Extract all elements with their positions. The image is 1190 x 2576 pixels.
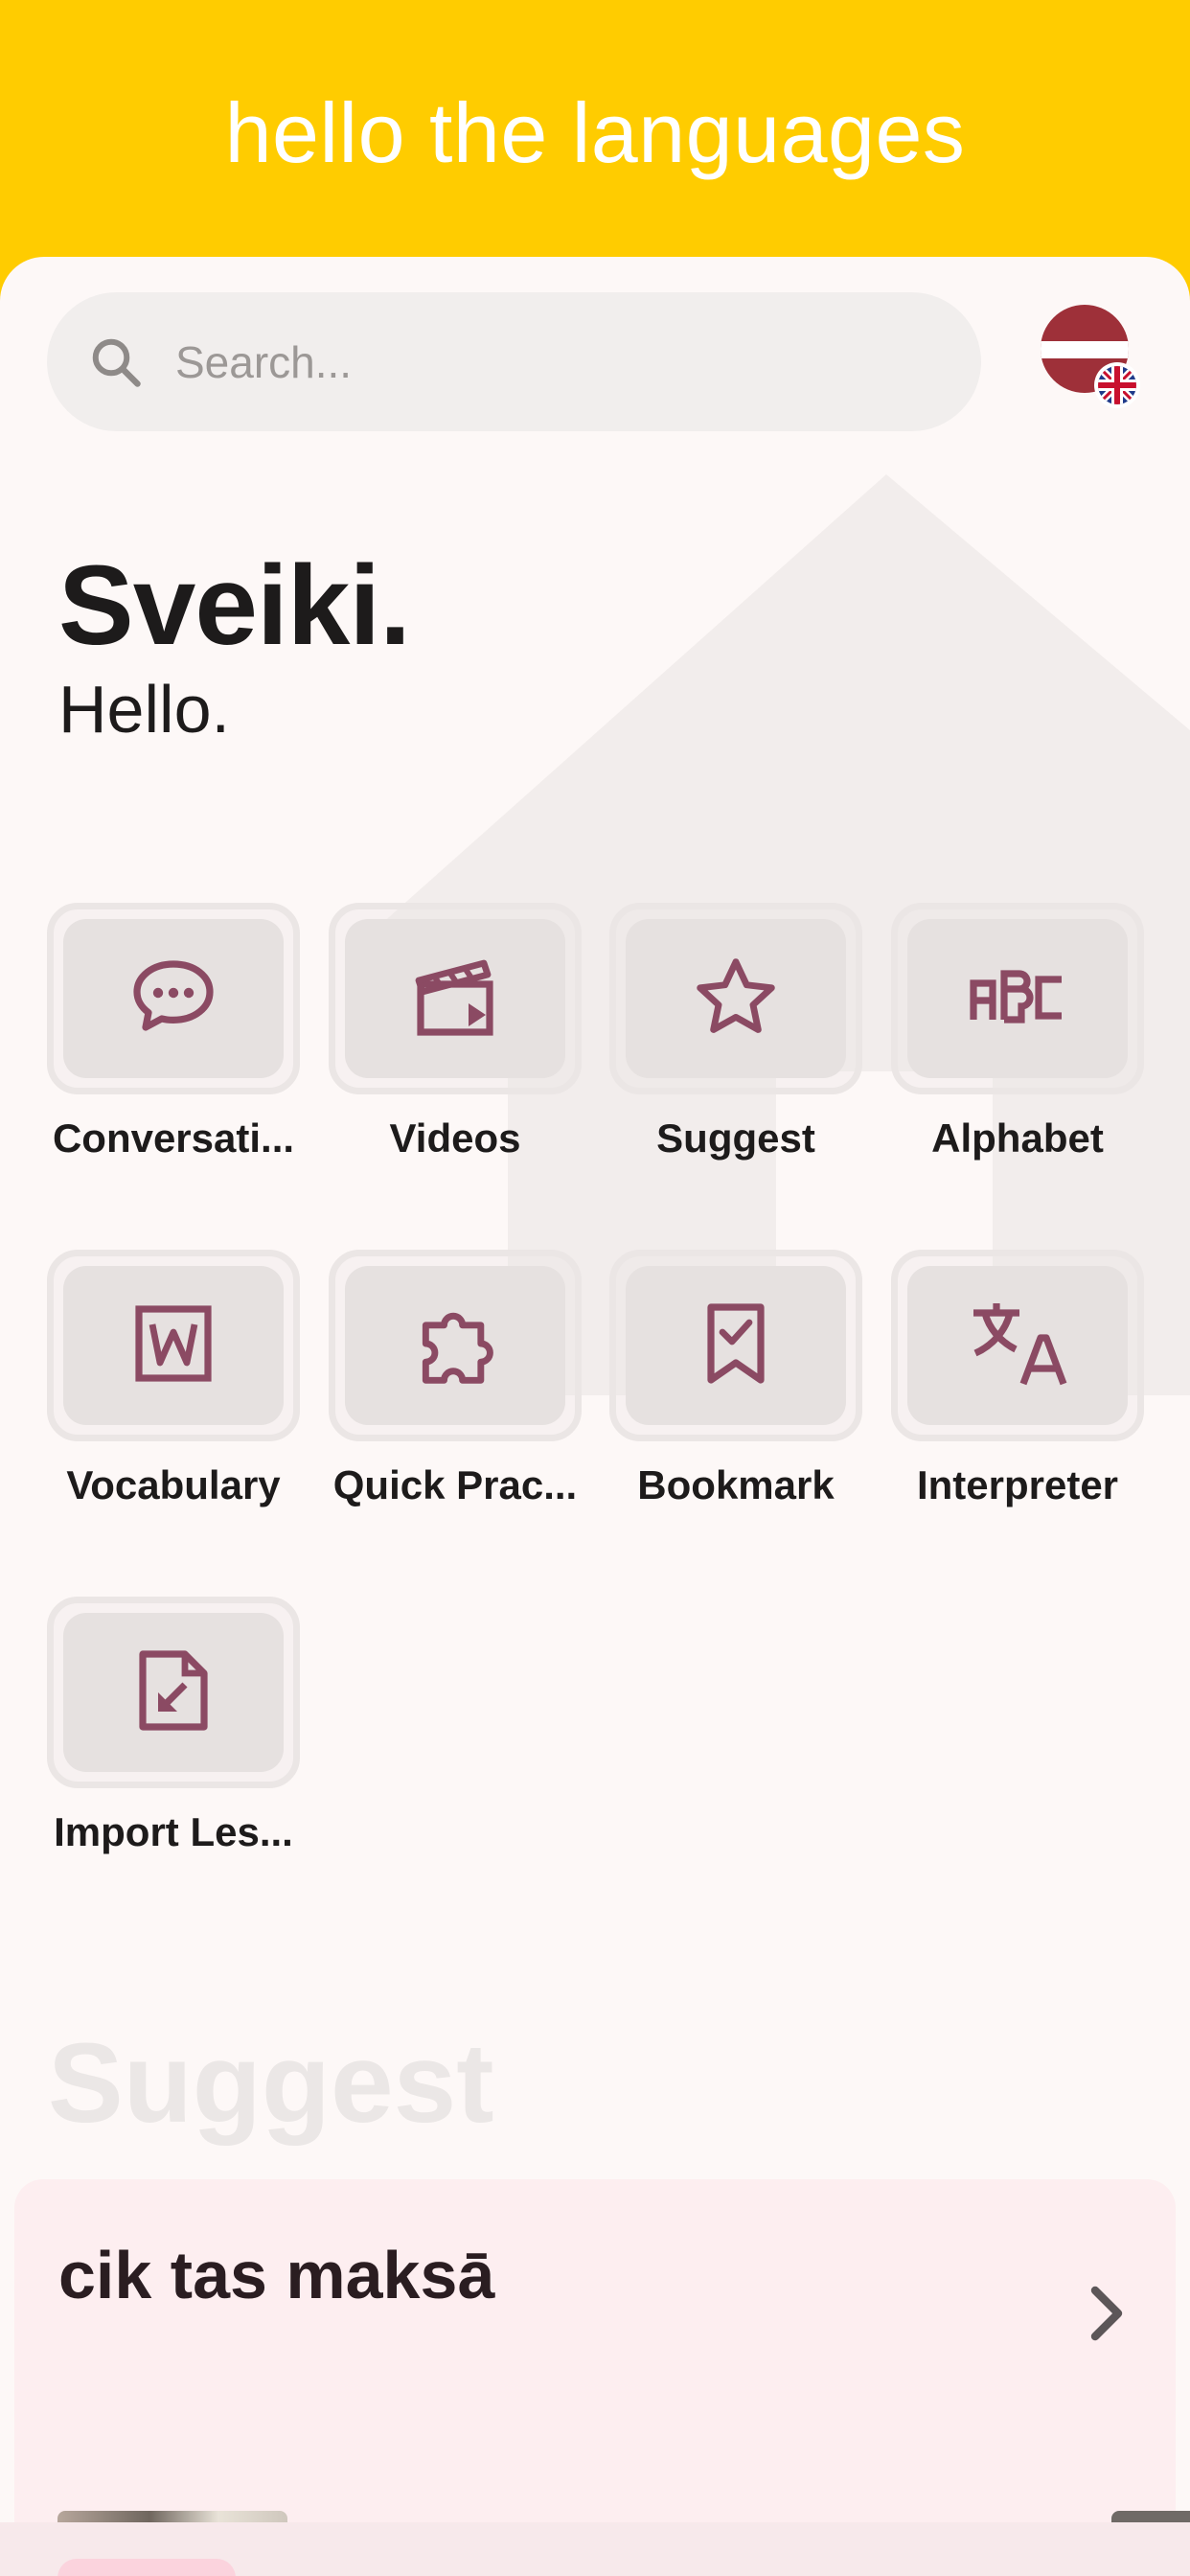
tile-box[interactable]: [47, 1250, 300, 1441]
app-title: hello the languages: [224, 85, 966, 180]
tile-vocabulary[interactable]: Vocabulary: [47, 1250, 300, 1508]
language-switch-button[interactable]: [1037, 305, 1142, 410]
app-header: hello the languages: [0, 0, 1190, 259]
search-bar[interactable]: [47, 292, 981, 431]
search-icon: [85, 332, 147, 393]
tile-label: Videos: [389, 1116, 521, 1161]
tile-suggest[interactable]: Suggest: [609, 903, 862, 1162]
tile-label: Vocabulary: [66, 1462, 281, 1507]
abc-icon: [968, 968, 1067, 1030]
tile-box[interactable]: [329, 1250, 582, 1441]
clapperboard-icon: [409, 954, 501, 1045]
tile-box[interactable]: [891, 1250, 1144, 1441]
tile-box[interactable]: [891, 903, 1144, 1094]
greeting-subtitle: Hello.: [58, 672, 230, 747]
tile-label: Import Les...: [54, 1809, 293, 1854]
chat-bubble-icon: [127, 956, 219, 1042]
tile-label: Suggest: [656, 1116, 815, 1161]
tile-videos[interactable]: Videos: [329, 903, 582, 1162]
tile-label: Interpreter: [916, 1462, 1119, 1507]
word-document-icon: [131, 1301, 216, 1391]
tag-pill[interactable]: [57, 2559, 236, 2576]
tile-box[interactable]: [609, 1250, 862, 1441]
uk-flag-icon: [1094, 362, 1140, 408]
tile-alphabet[interactable]: Alphabet: [891, 903, 1144, 1162]
home-sheet: Sveiki. Hello. Conversati... Videos: [0, 257, 1190, 2576]
tile-label: Quick Prac...: [332, 1462, 578, 1507]
tile-bookmark[interactable]: Bookmark: [609, 1250, 862, 1508]
tile-box[interactable]: [609, 903, 862, 1094]
chevron-right-icon: [1078, 2275, 1135, 2352]
greeting-title: Sveiki.: [58, 542, 411, 669]
star-icon: [692, 954, 780, 1044]
tile-conversation[interactable]: Conversati...: [47, 903, 300, 1162]
file-import-icon: [135, 1646, 212, 1739]
translate-icon: [968, 1298, 1067, 1394]
tile-quick-practice[interactable]: Quick Prac...: [329, 1250, 582, 1508]
puzzle-icon: [411, 1300, 499, 1392]
suggest-section-heading: Suggest: [48, 2020, 494, 2147]
tile-box[interactable]: [47, 1597, 300, 1788]
search-input[interactable]: [175, 335, 846, 388]
tile-interpreter[interactable]: Interpreter: [891, 1250, 1144, 1508]
tile-box[interactable]: [47, 903, 300, 1094]
tile-label: Alphabet: [931, 1116, 1104, 1161]
tile-import-lesson[interactable]: Import Les...: [47, 1597, 300, 1855]
tile-label: Bookmark: [637, 1462, 835, 1507]
app-screen: hello the languages Search... Sveiki. He…: [0, 0, 1190, 2576]
bookmark-check-icon: [701, 1300, 770, 1392]
suggest-phrase: cik tas maksā: [58, 2238, 495, 2312]
tile-box[interactable]: [329, 903, 582, 1094]
tile-label: Conversati...: [52, 1116, 295, 1161]
